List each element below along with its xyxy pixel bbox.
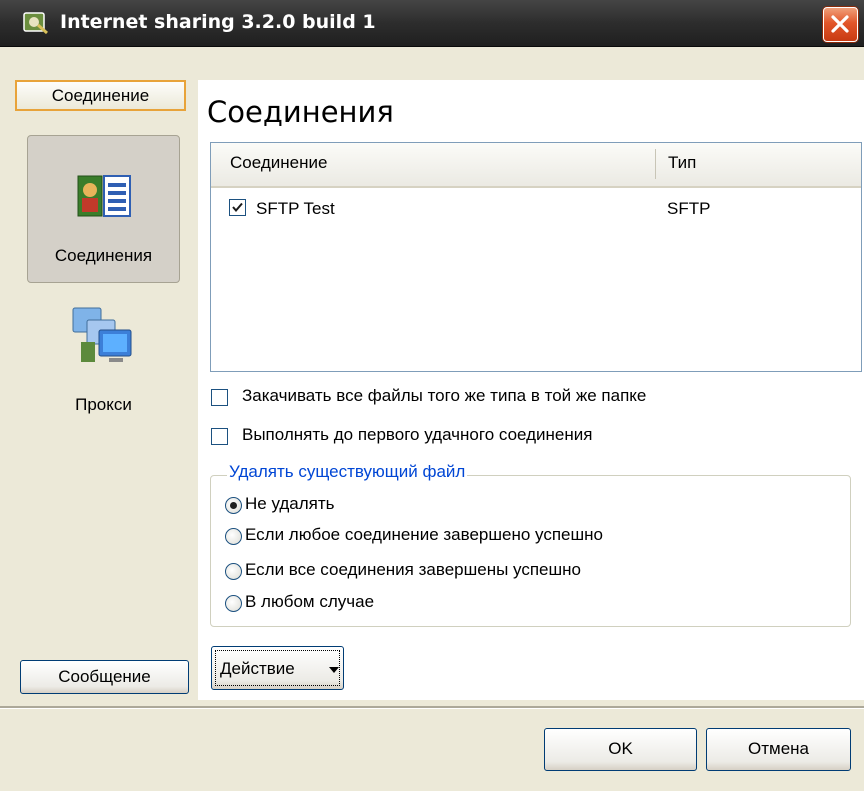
column-header-type[interactable]: Тип <box>668 153 696 173</box>
sidebar-item-label: Прокси <box>75 395 132 414</box>
radio-if-all-success[interactable] <box>225 563 242 580</box>
chevron-down-icon <box>329 667 339 673</box>
footer-separator <box>0 706 864 709</box>
upload-same-folder-checkbox[interactable] <box>211 389 228 406</box>
proxy-computers-icon <box>72 307 132 362</box>
run-until-success-checkbox[interactable] <box>211 428 228 445</box>
sidebar-item-connections[interactable]: Соединения <box>27 135 180 283</box>
close-button[interactable] <box>823 7 858 42</box>
group-legend: Удалять существующий файл <box>227 462 468 482</box>
radio-label[interactable]: В любом случае <box>245 592 374 612</box>
radio-if-any-success[interactable] <box>225 528 242 545</box>
radio-always[interactable] <box>225 595 242 612</box>
column-divider[interactable] <box>655 149 656 179</box>
radio-label[interactable]: Если все соединения завершены успешно <box>245 560 581 580</box>
checkmark-icon <box>232 202 243 213</box>
cancel-button[interactable]: Отмена <box>706 728 851 771</box>
column-header-connection[interactable]: Соединение <box>230 153 327 173</box>
row-name: SFTP Test <box>256 199 335 218</box>
row-type: SFTP <box>667 199 711 218</box>
row-checkbox[interactable] <box>229 199 246 216</box>
title-bar[interactable]: Internet sharing 3.2.0 build 1 <box>0 0 864 47</box>
list-header: Соединение Тип <box>211 143 861 188</box>
message-section-button[interactable]: Сообщение <box>20 660 189 694</box>
action-label: Действие <box>220 659 295 678</box>
sidebar-item-label: Соединения <box>54 246 153 265</box>
table-row[interactable]: SFTP Test SFTP <box>211 188 861 222</box>
radio-selected-dot <box>230 502 237 509</box>
page-title: Соединения <box>207 95 394 129</box>
app-icon <box>23 12 48 35</box>
upload-same-folder-label[interactable]: Закачивать все файлы того же типа в той … <box>242 386 646 406</box>
radio-label[interactable]: Если любое соединение завершено успешно <box>245 525 603 545</box>
radio-label[interactable]: Не удалять <box>245 494 335 514</box>
connections-list[interactable]: Соединение Тип SFTP Test SFTP <box>210 142 862 372</box>
close-icon <box>831 15 849 33</box>
radio-do-not-delete[interactable] <box>225 497 242 514</box>
sidebar-item-proxy[interactable]: Прокси <box>27 300 180 425</box>
action-dropdown-button[interactable]: Действие <box>211 646 344 690</box>
connections-icon <box>77 175 131 217</box>
run-until-success-label[interactable]: Выполнять до первого удачного соединения <box>242 425 592 445</box>
ok-button[interactable]: OK <box>544 728 697 771</box>
connection-section-button[interactable]: Соединение <box>15 80 186 111</box>
window-title: Internet sharing 3.2.0 build 1 <box>60 11 376 33</box>
